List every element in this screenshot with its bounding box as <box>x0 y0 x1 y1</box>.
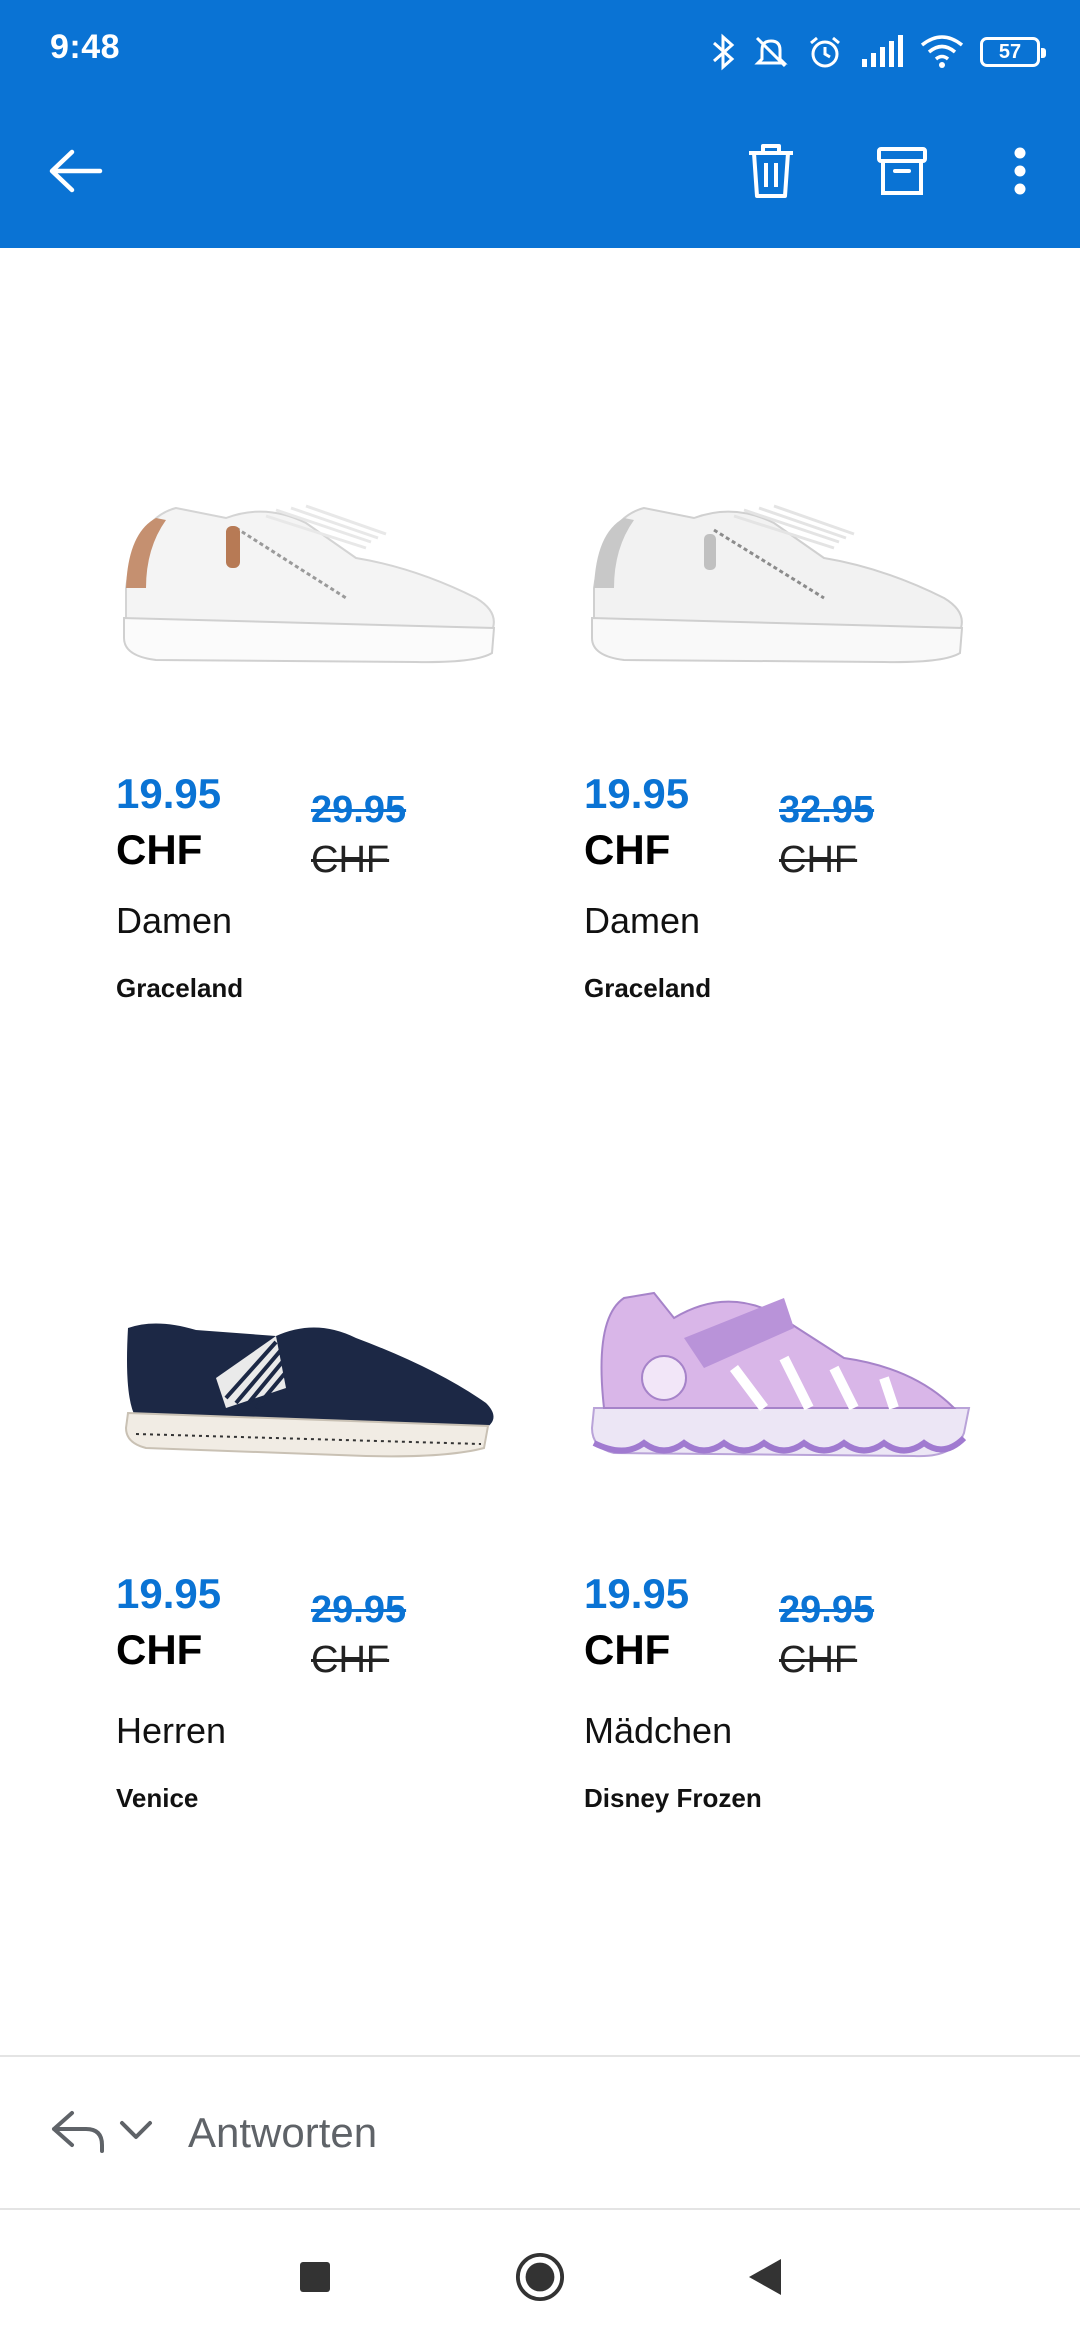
sale-price: 19.95 CHF <box>584 770 690 873</box>
reply-options-button[interactable] <box>118 2117 154 2145</box>
back-button[interactable] <box>40 135 112 207</box>
chevron-down-icon <box>120 2121 152 2139</box>
status-bar: 9:48 57 <box>0 0 1080 100</box>
product-brand: Graceland <box>116 973 244 1003</box>
product-brand: Venice <box>116 1783 199 1813</box>
square-icon <box>300 2262 330 2292</box>
status-icons: 57 <box>710 30 1050 74</box>
original-price: 29.95 CHF <box>311 789 407 881</box>
archive-button[interactable] <box>866 135 938 207</box>
mute-icon <box>754 36 788 68</box>
bluetooth-icon <box>713 33 735 71</box>
app-bar: 9:48 57 <box>0 0 1080 248</box>
recents-button[interactable] <box>290 2252 340 2302</box>
wifi-icon <box>920 35 964 68</box>
original-price: 32.95 CHF <box>779 789 875 881</box>
original-price: 29.95 CHF <box>311 1589 407 1681</box>
battery-indicator: 57 <box>980 37 1046 67</box>
white-sneaker-silver-heel-image <box>591 504 964 664</box>
purple-frozen-sandal-image <box>590 1291 971 1458</box>
reply-button[interactable] <box>50 2107 106 2157</box>
product-category: Mädchen <box>584 1710 733 1751</box>
back-nav-button[interactable] <box>740 2252 790 2302</box>
status-time: 9:48 <box>50 28 121 66</box>
product-category: Damen <box>584 900 701 941</box>
alarm-icon <box>810 36 840 68</box>
sale-price: 19.95 CHF <box>116 770 222 873</box>
more-options-button[interactable] <box>984 135 1056 207</box>
navy-slip-on-image <box>124 1323 494 1458</box>
reply-bar: Antworten <box>0 2055 1080 2210</box>
system-nav-bar <box>0 2212 1080 2340</box>
back-arrow-icon <box>49 149 103 193</box>
product-brand: Graceland <box>584 973 712 1003</box>
product-category: Damen <box>116 900 233 941</box>
sale-price: 19.95 CHF <box>116 1570 222 1673</box>
reply-icon <box>52 2111 104 2153</box>
more-vert-icon <box>1014 147 1026 195</box>
sale-price: 19.95 CHF <box>584 1570 690 1673</box>
home-button[interactable] <box>515 2252 565 2302</box>
triangle-back-icon <box>749 2259 781 2295</box>
white-sneaker-rose-heel-image <box>123 504 496 664</box>
product-brand: Disney Frozen <box>584 1783 762 1813</box>
reply-label[interactable]: Antworten <box>188 2109 377 2157</box>
original-price: 29.95 CHF <box>779 1589 875 1681</box>
archive-icon <box>877 147 927 195</box>
home-circle-icon <box>515 2252 565 2302</box>
product-category: Herren <box>116 1710 227 1751</box>
trash-icon <box>749 144 793 198</box>
delete-button[interactable] <box>735 135 807 207</box>
email-content: 19.95 CHF 29.95 CHF Damen Graceland 19.9… <box>0 248 1080 2058</box>
signal-icon <box>862 35 903 67</box>
